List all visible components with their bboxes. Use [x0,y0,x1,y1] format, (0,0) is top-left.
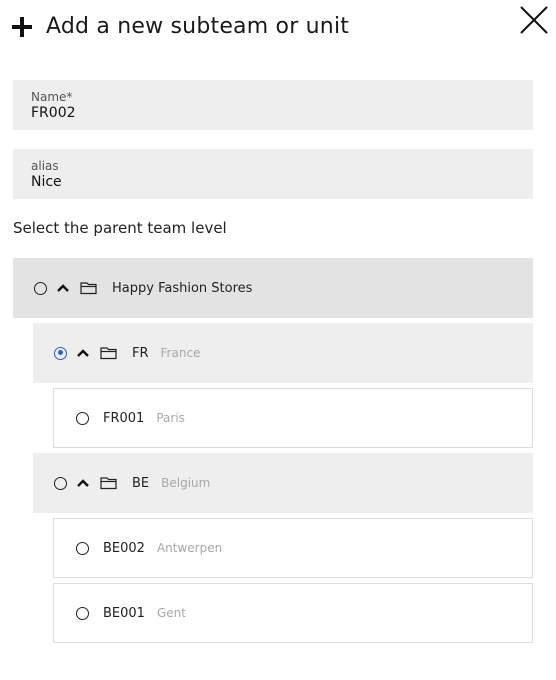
tree-item-code: FR001 [103,410,145,426]
close-button[interactable] [518,4,550,36]
tree-item-code: BE [132,475,150,491]
parent-level-label: Select the parent team level [13,219,227,237]
radio-button[interactable] [34,281,47,295]
folder-icon [100,347,117,360]
folder-icon [80,282,97,295]
radio-button[interactable] [76,541,89,555]
tree-row-be[interactable]: BE Belgium [33,453,533,513]
name-input[interactable] [31,105,511,121]
radio-button-selected[interactable] [54,346,67,360]
tree-item-name: France [160,346,201,360]
alias-field-label: alias [31,159,59,173]
folder-icon [100,477,117,490]
tree-row-be002[interactable]: BE002 Antwerpen [53,518,533,578]
name-field[interactable]: Name* [13,80,533,130]
tree-item-name: Paris [156,411,185,425]
tree-item-code: BE002 [103,540,145,556]
chevron-up-icon[interactable] [76,348,90,358]
radio-button[interactable] [54,476,67,490]
tree-item-name: Gent [156,606,186,620]
alias-field[interactable]: alias [13,149,533,199]
alias-input[interactable] [31,174,511,190]
tree-item-code: Happy Fashion Stores [112,280,253,296]
plus-icon [12,16,34,38]
tree-item-code: FR [132,345,149,361]
dialog-title: Add a new subteam or unit [46,14,350,39]
radio-button[interactable] [76,606,89,620]
radio-button[interactable] [76,411,89,425]
tree-row-fr001[interactable]: FR001 Paris [53,388,533,448]
chevron-up-icon[interactable] [76,478,90,488]
dialog-header: Add a new subteam or unit [12,14,349,39]
tree-item-code: BE001 [103,605,145,621]
chevron-up-icon[interactable] [56,283,70,293]
tree-item-name: Belgium [161,476,211,490]
tree-item-name: Antwerpen [156,541,223,555]
tree-row-fr[interactable]: FR France [33,323,533,383]
name-field-label: Name* [31,90,73,104]
close-icon [520,6,548,34]
tree-row-happy-fashion-stores[interactable]: Happy Fashion Stores [13,258,533,318]
tree-row-be001[interactable]: BE001 Gent [53,583,533,643]
